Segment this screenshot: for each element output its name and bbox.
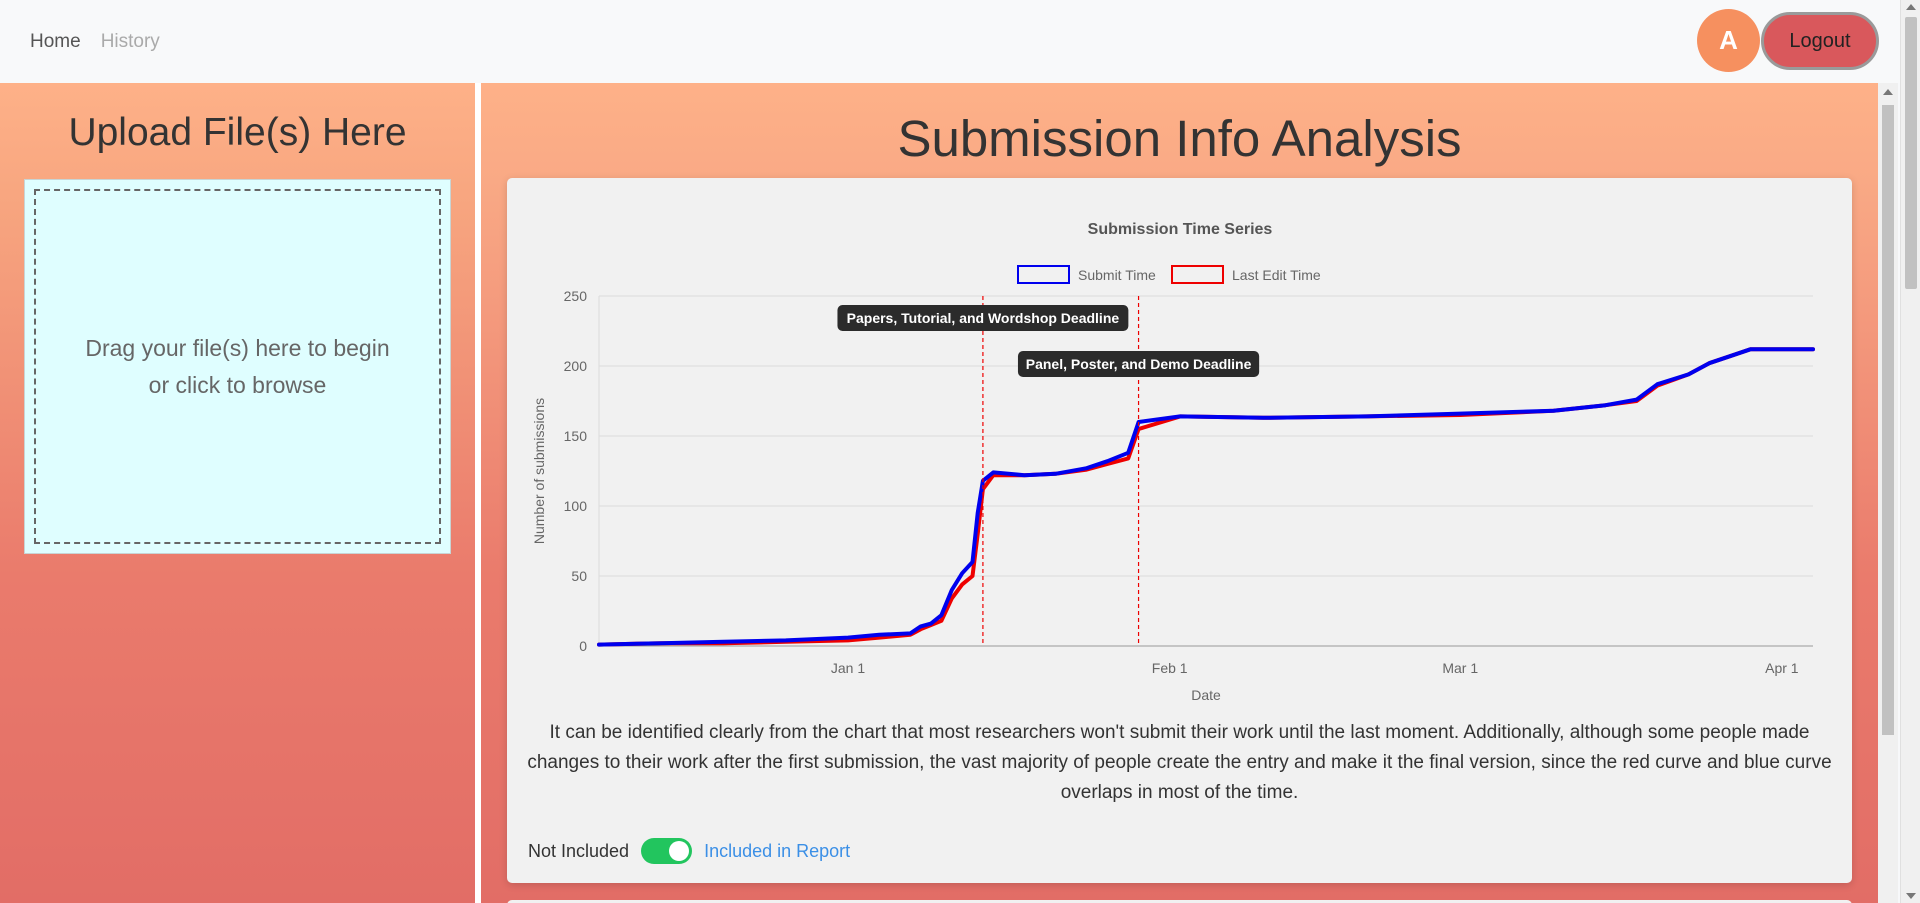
toggle-on-label: Included in Report: [704, 840, 851, 861]
page-scrollbar[interactable]: [1900, 0, 1920, 903]
dropzone-border[interactable]: Drag your file(s) here to begin or click…: [34, 189, 441, 544]
x-tick-label: Jan 1: [831, 660, 865, 676]
dropzone-line-1: Drag your file(s) here to begin: [85, 334, 390, 361]
upload-panel: Upload File(s) Here Drag your file(s) he…: [0, 83, 475, 903]
y-tick-label: 50: [571, 568, 587, 584]
toggle-knob[interactable]: [669, 841, 690, 861]
file-dropzone[interactable]: Drag your file(s) here to begin or click…: [24, 179, 451, 554]
avatar[interactable]: A: [1697, 9, 1760, 72]
nav-history-link[interactable]: History: [101, 31, 160, 53]
deadline-label: Papers, Tutorial, and Wordshop Deadline: [847, 310, 1120, 326]
legend-swatch-0: [1017, 265, 1070, 284]
dropzone-text: Drag your file(s) here to begin or click…: [85, 330, 389, 404]
x-tick-label: Feb 1: [1152, 660, 1188, 676]
y-tick-label: 0: [579, 638, 587, 654]
report-toggle-row: Not Included Included in Report: [528, 836, 850, 866]
toggle-off-label: Not Included: [528, 840, 630, 861]
top-navbar: Home History: [0, 0, 1900, 83]
analysis-panel: Submission Info Analysis Submission Time…: [481, 83, 1878, 903]
y-tick-label: 200: [564, 358, 588, 374]
y-axis-label: Number of submissions: [531, 398, 547, 544]
dropzone-line-2: or click to browse: [148, 371, 327, 398]
page-scroll-thumb[interactable]: [1905, 17, 1917, 289]
chart-title: Submission Time Series: [1088, 221, 1273, 238]
include-report-toggle[interactable]: [641, 838, 693, 864]
series-line-submit-time: [597, 347, 1815, 647]
panel-scroll-thumb[interactable]: [1882, 105, 1894, 735]
logout-button[interactable]: Logout: [1761, 12, 1879, 70]
page-title: Submission Info Analysis: [897, 110, 1462, 167]
y-tick-label: 100: [564, 498, 588, 514]
x-axis-label: Date: [1191, 687, 1221, 703]
submission-chart: Submission Time Series Submit Time Last Ed…: [531, 221, 1815, 703]
legend-swatch-1: [1171, 265, 1224, 284]
nav-home-link[interactable]: Home: [30, 31, 81, 53]
y-tick-label: 150: [564, 428, 588, 444]
analysis-card: Submission Time Series Submit Time Last Ed…: [507, 178, 1852, 883]
scroll-down-icon[interactable]: [1906, 893, 1916, 899]
legend-label-1: Last Edit Time: [1232, 267, 1321, 283]
y-tick-label: 250: [564, 288, 588, 304]
legend-label-0: Submit Time: [1078, 267, 1156, 283]
scroll-up-icon[interactable]: [1883, 89, 1893, 95]
series-line-last-edit-time: [597, 347, 1815, 647]
deadline-label: Panel, Poster, and Demo Deadline: [1026, 356, 1252, 372]
x-tick-label: Mar 1: [1442, 660, 1478, 676]
upload-title: Upload File(s) Here: [68, 111, 407, 154]
chart-description: It can be identified clearly from the ch…: [527, 722, 1832, 803]
scroll-up-icon[interactable]: [1906, 4, 1916, 10]
panel-scrollbar[interactable]: [1878, 83, 1898, 903]
x-tick-label: Apr 1: [1765, 660, 1799, 676]
